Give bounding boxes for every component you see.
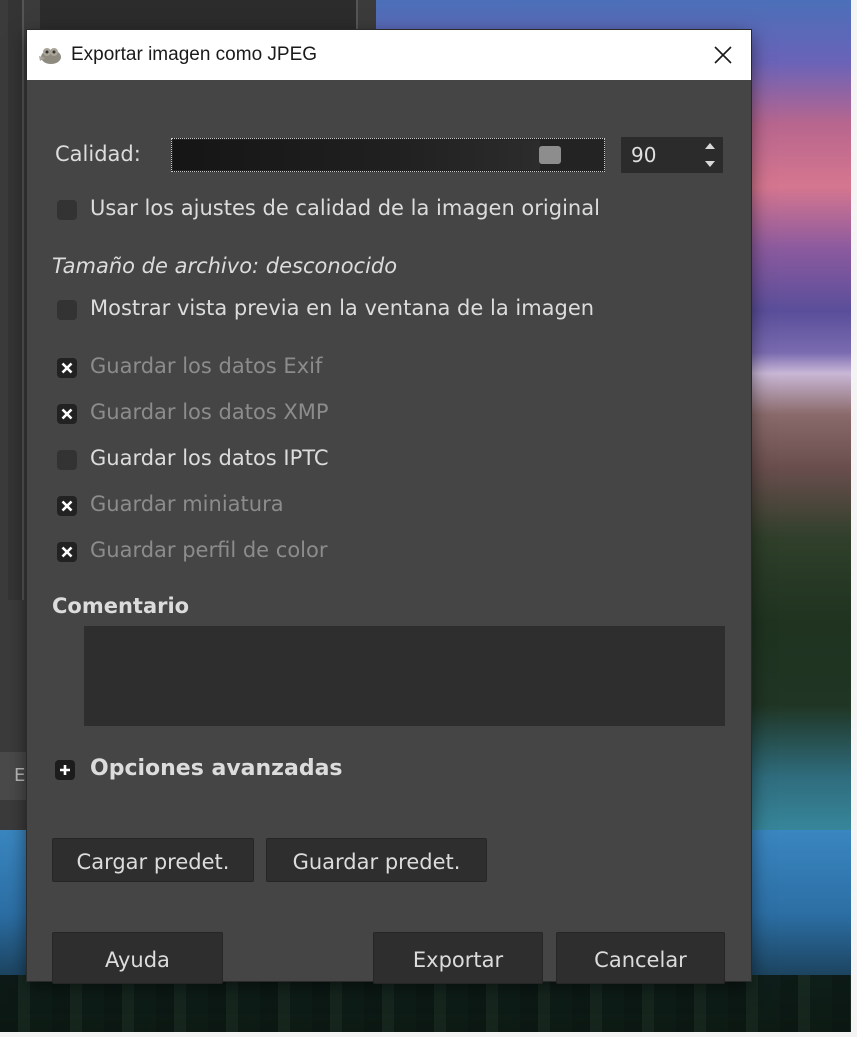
dialog-content: Calidad: 90 Usar los ajustes de calidad … — [27, 80, 751, 984]
arrow-down-icon — [705, 161, 715, 167]
save-iptc-label[interactable]: Guardar los datos IPTC — [90, 446, 329, 470]
cancel-button[interactable]: Cancelar — [556, 932, 725, 984]
save-exif-label[interactable]: Guardar los datos Exif — [90, 354, 322, 378]
arrow-up-icon — [705, 143, 715, 149]
export-jpeg-dialog: Exportar imagen como JPEG Calidad: 90 Us… — [27, 30, 751, 984]
screen-border-bottom — [0, 1032, 857, 1037]
use-original-quality-checkbox[interactable] — [57, 200, 77, 220]
save-color-profile-checkbox[interactable] — [57, 542, 77, 562]
quality-spin-buttons — [697, 137, 723, 173]
gimp-icon — [37, 44, 63, 66]
checkmark-x-icon — [61, 408, 73, 420]
background-panel-edge — [8, 0, 24, 600]
titlebar: Exportar imagen como JPEG — [27, 30, 751, 80]
save-thumbnail-label[interactable]: Guardar miniatura — [90, 492, 284, 516]
save-defaults-button[interactable]: Guardar predet. — [266, 838, 487, 882]
screen-border-right — [851, 0, 857, 1037]
save-thumbnail-checkbox[interactable] — [57, 496, 77, 516]
checkmark-x-icon — [61, 362, 73, 374]
save-color-profile-label[interactable]: Guardar perfil de color — [90, 538, 327, 562]
quality-increment-button[interactable] — [697, 137, 723, 155]
save-xmp-checkbox[interactable] — [57, 404, 77, 424]
load-defaults-button[interactable]: Cargar predet. — [52, 838, 254, 882]
show-preview-label[interactable]: Mostrar vista previa en la ventana de la… — [90, 296, 594, 320]
checkmark-x-icon — [61, 546, 73, 558]
expand-advanced-icon[interactable] — [55, 760, 75, 780]
file-size-label: Tamaño de archivo: desconocido — [52, 254, 398, 278]
quality-value[interactable]: 90 — [631, 137, 656, 173]
comment-label: Comentario — [52, 594, 190, 618]
quality-spinbox[interactable]: 90 — [621, 137, 723, 173]
checkmark-x-icon — [61, 500, 73, 512]
save-iptc-checkbox[interactable] — [57, 450, 77, 470]
use-original-quality-label[interactable]: Usar los ajustes de calidad de la imagen… — [90, 196, 600, 220]
close-icon — [714, 46, 732, 64]
quality-label: Calidad: — [55, 142, 141, 166]
help-button[interactable]: Ayuda — [52, 932, 223, 984]
quality-slider-handle[interactable] — [539, 146, 561, 164]
quality-decrement-button[interactable] — [697, 155, 723, 173]
advanced-options-expander[interactable]: Opciones avanzadas — [90, 756, 343, 781]
quality-slider-fill — [173, 140, 540, 170]
dialog-title: Exportar imagen como JPEG — [71, 44, 318, 65]
comment-textarea[interactable] — [84, 626, 725, 726]
quality-slider[interactable] — [171, 138, 605, 172]
export-button[interactable]: Exportar — [373, 932, 543, 984]
save-xmp-label[interactable]: Guardar los datos XMP — [90, 400, 329, 424]
show-preview-checkbox[interactable] — [57, 300, 77, 320]
close-button[interactable] — [695, 30, 751, 80]
save-exif-checkbox[interactable] — [57, 358, 77, 378]
